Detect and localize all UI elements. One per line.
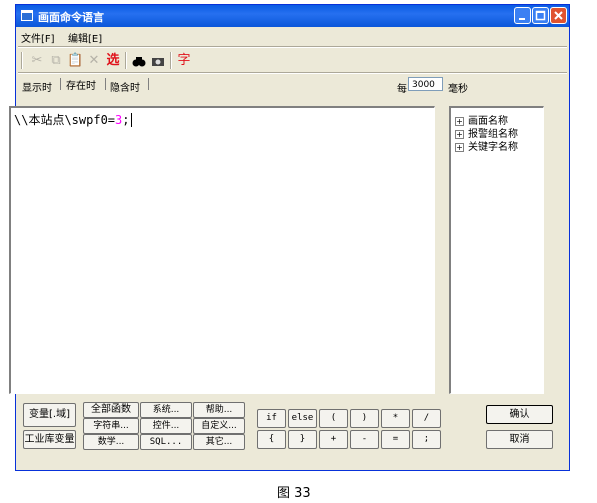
toolbar-divider	[18, 72, 567, 74]
tree-item-keywords[interactable]: + 关键字名称	[455, 138, 518, 153]
operator-multiply[interactable]: *	[381, 409, 410, 428]
operator-minus[interactable]: -	[350, 430, 379, 449]
library-variable-button[interactable]: 工业库变量	[23, 430, 76, 449]
operator-close-brace[interactable]: }	[288, 430, 317, 449]
control-button[interactable]: 控件...	[140, 418, 192, 434]
maximize-button[interactable]	[532, 7, 549, 24]
cancel-button[interactable]: 取消	[486, 430, 553, 449]
script-editor[interactable]: \\本站点\swpf0=3;	[9, 106, 435, 394]
find-icon[interactable]	[131, 53, 147, 69]
font-icon[interactable]: 字	[176, 53, 192, 69]
code-text: \\本站点\swpf0=	[14, 113, 116, 127]
window-title: 画面命令语言	[38, 11, 104, 24]
menu-edit[interactable]: 编辑[E]	[68, 30, 102, 45]
select-icon[interactable]: 选	[105, 53, 121, 69]
tab-separator	[148, 78, 149, 90]
copy-icon[interactable]: ⧉	[48, 53, 64, 69]
tab-hidden[interactable]: 隐含时	[110, 79, 140, 94]
toolbar: ✂ ⧉ 📋 ✕ 选 字	[16, 49, 569, 71]
name-tree: + 画面名称 + 报警组名称 + 关键字名称	[449, 106, 544, 394]
confirm-button[interactable]: 确认	[486, 405, 553, 424]
string-button[interactable]: 字符串...	[83, 418, 139, 434]
system-button[interactable]: 系统...	[140, 402, 192, 418]
all-functions-button[interactable]: 全部函数	[83, 402, 139, 418]
toolbar-separator	[170, 52, 172, 69]
toolbar-grip	[21, 52, 23, 69]
operator-open-paren[interactable]: (	[319, 409, 348, 428]
variable-button[interactable]: 变量[.域]	[23, 403, 76, 427]
toolbar-separator	[125, 52, 127, 69]
tab-exists[interactable]: 存在时	[66, 77, 96, 92]
minimize-icon	[519, 18, 525, 20]
cut-icon[interactable]: ✂	[29, 53, 45, 69]
window-icon	[21, 10, 33, 21]
maximize-icon	[535, 10, 546, 21]
operator-open-brace[interactable]: {	[257, 430, 286, 449]
paste-icon[interactable]: 📋	[67, 53, 83, 69]
operator-close-paren[interactable]: )	[350, 409, 379, 428]
tab-display[interactable]: 显示时	[22, 79, 52, 94]
help-button[interactable]: 帮助...	[193, 402, 245, 418]
close-button[interactable]	[550, 7, 567, 24]
menu-file[interactable]: 文件[F]	[21, 30, 55, 45]
delete-icon[interactable]: ✕	[86, 53, 102, 69]
minimize-button[interactable]	[514, 7, 531, 24]
tab-bar: 显示时 存在时 隐含时 每 3000 毫秒	[16, 75, 569, 95]
tab-separator	[60, 78, 61, 90]
operator-if[interactable]: if	[257, 409, 286, 428]
replace-icon[interactable]	[150, 53, 166, 69]
interval-prefix: 每	[397, 84, 407, 95]
operator-else[interactable]: else	[288, 409, 317, 428]
interval-input[interactable]: 3000	[408, 77, 443, 91]
title-bar[interactable]: 画面命令语言	[16, 5, 569, 27]
custom-button[interactable]: 自定义...	[193, 418, 245, 434]
interval-unit: 毫秒	[448, 84, 468, 95]
tab-separator	[105, 78, 106, 90]
math-button[interactable]: 数学...	[83, 434, 139, 450]
sql-button[interactable]: SQL...	[140, 434, 192, 450]
expand-icon[interactable]: +	[455, 142, 464, 152]
code-end: ;	[122, 113, 130, 127]
menu-bar: 文件[F] 编辑[E]	[16, 28, 569, 45]
code-line: \\本站点\swpf0=3;	[14, 111, 132, 128]
text-cursor	[130, 113, 132, 127]
operator-semicolon[interactable]: ;	[412, 430, 441, 449]
other-button[interactable]: 其它...	[193, 434, 245, 450]
menu-divider	[18, 46, 567, 48]
operator-plus[interactable]: +	[319, 430, 348, 449]
operator-equals[interactable]: =	[381, 430, 410, 449]
close-icon	[554, 11, 563, 20]
operator-divide[interactable]: /	[412, 409, 441, 428]
figure-caption: 图 33	[277, 486, 311, 501]
